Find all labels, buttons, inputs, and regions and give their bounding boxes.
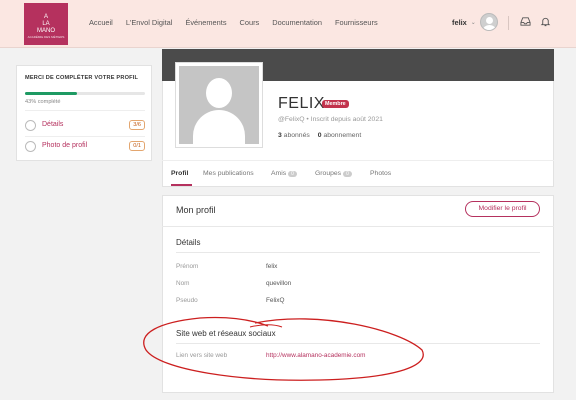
field-value-prenom: felix	[266, 263, 278, 270]
nav-item-envol-digital[interactable]: L'Envol Digital	[126, 18, 173, 27]
nav-item-evenements[interactable]: Événements	[185, 18, 226, 27]
edit-profile-button[interactable]: Modifier le profil	[465, 201, 540, 217]
completion-title: MERCI DE COMPLÉTER VOTRE PROFIL	[25, 75, 139, 81]
section-title: Mon profil	[176, 205, 216, 215]
completion-count-badge: 0/1	[129, 141, 145, 151]
social-heading: Site web et réseaux sociaux	[176, 329, 276, 338]
progress-bar-fill	[25, 92, 77, 95]
follow-stats: 3 abonnés 0 abonnement	[278, 132, 361, 139]
member-badge: Membre	[322, 100, 349, 108]
tab-photos[interactable]: Photos	[370, 170, 391, 177]
inbox-icon[interactable]	[518, 16, 532, 30]
tab-mes-publications[interactable]: Mes publications	[203, 170, 254, 177]
divider	[508, 16, 509, 30]
divider	[176, 252, 540, 253]
tab-profil[interactable]: Profil	[171, 170, 188, 177]
completion-count-badge: 3/6	[129, 120, 145, 130]
avatar-placeholder-icon	[179, 66, 259, 144]
divider	[25, 136, 145, 137]
field-label: Lien vers site web	[176, 352, 228, 359]
main-nav: Accueil L'Envol Digital Événements Cours…	[89, 18, 378, 27]
progress-percent: 43% complété	[25, 99, 61, 105]
divider	[25, 110, 145, 111]
top-navbar: A LA MANO ACADÉMIE DES MÉTIERS Accueil L…	[0, 0, 576, 48]
nav-item-documentation[interactable]: Documentation	[272, 18, 322, 27]
completion-item-label: Détails	[42, 121, 64, 128]
field-label: Prénom	[176, 263, 199, 270]
chevron-down-icon: ⌄	[470, 19, 476, 26]
active-tab-indicator	[171, 184, 192, 186]
following-label: abonnement	[323, 132, 362, 139]
following-count: 0	[317, 132, 322, 139]
tab-amis[interactable]: Amis 0	[271, 170, 297, 177]
user-menu[interactable]: felix ⌄	[452, 13, 498, 31]
following-stat[interactable]: 0 abonnement	[318, 132, 361, 139]
profile-name: FELIX	[278, 95, 325, 112]
details-heading: Détails	[176, 238, 201, 247]
completion-item-photo[interactable]: Photo de profil 0/1	[25, 140, 145, 154]
tab-label: Groupes	[315, 170, 342, 177]
nav-item-cours[interactable]: Cours	[240, 18, 260, 27]
field-value-nom: quevillon	[266, 280, 292, 287]
field-label: Nom	[176, 280, 190, 287]
followers-stat[interactable]: 3 abonnés	[278, 132, 310, 139]
followers-count: 3	[278, 132, 282, 139]
site-logo[interactable]: A LA MANO ACADÉMIE DES MÉTIERS	[24, 3, 68, 45]
tab-groupes[interactable]: Groupes 0	[315, 170, 352, 177]
progress-bar	[25, 92, 145, 95]
tab-count-badge: 0	[343, 171, 352, 177]
joined-date: • Inscrit depuis août 2021	[304, 116, 383, 123]
field-value-pseudo: FelixQ	[266, 297, 285, 304]
field-label: Pseudo	[176, 297, 198, 304]
nav-item-accueil[interactable]: Accueil	[89, 18, 113, 27]
divider	[176, 343, 540, 344]
profile-tabs: Profil Mes publications Amis 0 Groupes 0 P…	[162, 160, 554, 187]
avatar[interactable]	[479, 13, 498, 31]
tab-count-badge: 0	[288, 171, 297, 177]
tab-label: Amis	[271, 170, 287, 177]
empty-circle-icon	[25, 120, 36, 131]
bell-icon[interactable]	[538, 16, 552, 30]
divider	[162, 226, 554, 227]
profile-completion-card: MERCI DE COMPLÉTER VOTRE PROFIL 43% comp…	[16, 65, 152, 161]
profile-handle: @FelixQ • Inscrit depuis août 2021	[278, 116, 383, 123]
website-link[interactable]: http://www.alamano-academie.com	[266, 352, 365, 359]
username: felix	[452, 17, 467, 27]
completion-item-details[interactable]: Détails 3/6	[25, 119, 145, 133]
completion-item-label: Photo de profil	[42, 142, 88, 149]
profile-details-card	[162, 195, 554, 393]
nav-item-fournisseurs[interactable]: Fournisseurs	[335, 18, 378, 27]
empty-circle-icon	[25, 141, 36, 152]
followers-label: abonnés	[283, 132, 310, 139]
profile-avatar[interactable]	[175, 62, 263, 148]
handle-text: @FelixQ	[278, 116, 305, 123]
